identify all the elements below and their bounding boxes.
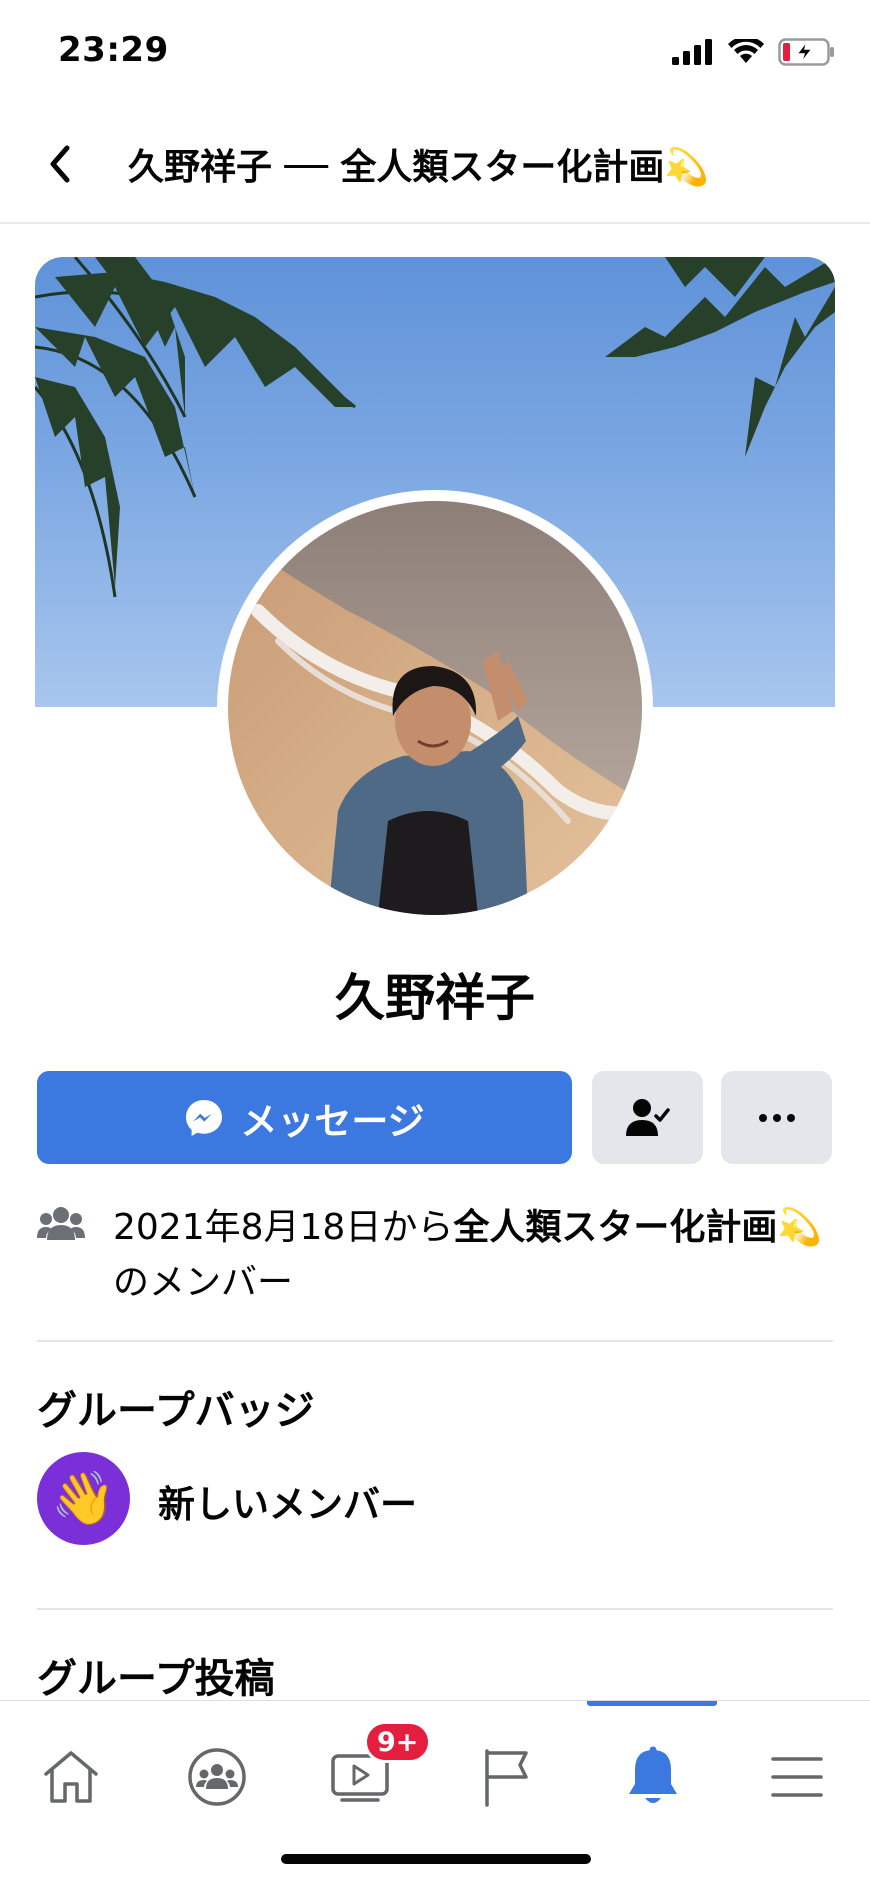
watch-notification-badge: 9+ [364, 1721, 432, 1763]
group-name-link[interactable]: 全人類スター化計画💫 [453, 1207, 822, 1248]
membership-suffix: のメンバー [113, 1262, 294, 1303]
avatar[interactable] [228, 501, 642, 915]
message-button[interactable]: メッセージ [37, 1071, 572, 1164]
divider [37, 1608, 833, 1610]
back-button[interactable] [30, 134, 90, 194]
battery-charging-icon [778, 38, 834, 66]
badge-label: 新しいメンバー [158, 1483, 417, 1526]
palm-leaves-right-image [605, 257, 835, 457]
status-bar: 23:29 [0, 0, 870, 100]
status-icons [672, 38, 836, 66]
wifi-icon [728, 39, 764, 63]
chevron-left-icon [50, 145, 70, 183]
group-badges-heading: グループバッジ [37, 1388, 315, 1434]
profile-name: 久野祥子 [335, 969, 535, 1027]
profile-photo-image [228, 501, 642, 915]
follow-button[interactable] [592, 1071, 703, 1164]
menu-icon [771, 1757, 823, 1797]
nav-header: 久野祥子 ── 全人類スター化計画💫 [0, 110, 870, 224]
groups-icon [188, 1748, 246, 1806]
message-button-label: メッセージ [240, 1099, 425, 1143]
membership-date: 2021年8月18日から [113, 1207, 454, 1248]
group-posts-heading: グループ投稿 [37, 1656, 275, 1702]
pages-flag-icon [485, 1749, 528, 1807]
notifications-bell-icon [629, 1746, 677, 1803]
home-indicator[interactable] [281, 1854, 591, 1864]
bottom-tab-bar: 9+ [0, 1700, 870, 1884]
new-member-badge-icon: 👋 [37, 1452, 130, 1545]
cellular-signal-icon [672, 39, 712, 65]
home-icon [44, 1751, 98, 1803]
active-tab-indicator [587, 1701, 717, 1706]
more-options-button[interactable] [721, 1071, 832, 1164]
tab-home[interactable] [21, 1737, 121, 1817]
tab-notifications[interactable] [603, 1737, 703, 1817]
ellipsis-icon [758, 1113, 795, 1122]
tab-pages[interactable] [456, 1737, 556, 1817]
page-title: 久野祥子 ── 全人類スター化計画💫 [128, 147, 710, 188]
members-icon [37, 1207, 85, 1240]
membership-text: 2021年8月18日から全人類スター化計画💫 のメンバー [113, 1200, 870, 1310]
waving-hand-icon: 👋 [51, 1469, 116, 1529]
status-time: 23:29 [58, 30, 169, 70]
messenger-icon [186, 1099, 223, 1136]
tab-groups[interactable] [167, 1737, 267, 1817]
person-check-icon [625, 1098, 670, 1136]
divider [37, 1340, 833, 1342]
tab-menu[interactable] [747, 1737, 847, 1817]
